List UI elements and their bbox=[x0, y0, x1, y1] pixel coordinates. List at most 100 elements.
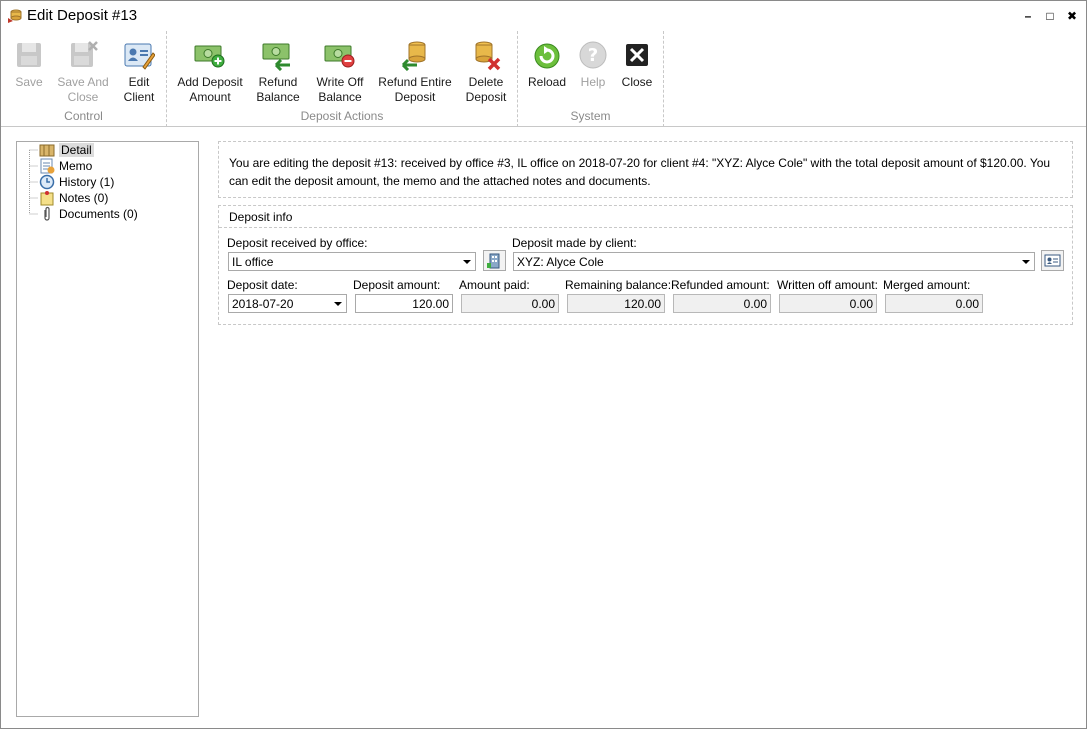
add-money-icon bbox=[194, 45, 225, 68]
deposit-info-section: Deposit info Deposit received by office:… bbox=[218, 205, 1073, 325]
client-value: XYZ: Alyce Cole bbox=[517, 255, 604, 269]
refund-entire-deposit-label-1: Refund Entire bbox=[378, 75, 452, 89]
client-details-button[interactable] bbox=[1041, 250, 1064, 271]
office-label: Deposit received by office: bbox=[227, 236, 368, 250]
office-select[interactable]: IL office bbox=[228, 252, 476, 271]
save-icon bbox=[17, 43, 41, 67]
svg-text:?: ? bbox=[588, 45, 598, 66]
tree-item-documents[interactable]: Documents (0) bbox=[39, 206, 138, 222]
date-label: Deposit date: bbox=[227, 278, 298, 292]
tree-item-notes[interactable]: Notes (0) bbox=[39, 190, 108, 206]
delete-deposit-label-1: Delete bbox=[468, 75, 504, 89]
office-details-button[interactable] bbox=[483, 250, 506, 271]
reload-button[interactable]: Reload bbox=[526, 39, 568, 90]
tree-item-notes-label: Notes (0) bbox=[59, 191, 109, 205]
refunded-amount-field: 0.00 bbox=[673, 294, 771, 313]
office-value: IL office bbox=[232, 255, 274, 269]
delete-coins-icon bbox=[475, 41, 501, 71]
info-text: You are editing the deposit #13: receive… bbox=[229, 156, 1051, 188]
refund-balance-button[interactable]: Refund Balance bbox=[253, 39, 303, 105]
amount-paid-value: 0.00 bbox=[531, 297, 555, 311]
save-and-close-button[interactable]: Save And Close bbox=[53, 39, 113, 105]
chevron-down-icon bbox=[334, 302, 342, 306]
tree-item-documents-label: Documents (0) bbox=[59, 207, 138, 221]
contact-card-icon bbox=[1044, 254, 1061, 267]
deposit-amount-input[interactable]: 120.00 bbox=[355, 294, 453, 313]
client-label: Deposit made by client: bbox=[512, 236, 637, 250]
tree-item-memo[interactable]: Memo bbox=[39, 158, 92, 174]
chevron-down-icon bbox=[1022, 260, 1030, 264]
save-label: Save bbox=[15, 75, 43, 89]
minimize-button[interactable]: – bbox=[1019, 7, 1037, 25]
system-group-label: System bbox=[570, 109, 611, 123]
edit-client-button[interactable]: Edit Client bbox=[118, 39, 160, 105]
chevron-down-icon bbox=[463, 260, 471, 264]
section-divider bbox=[219, 227, 1072, 228]
delete-deposit-label-2: Deposit bbox=[465, 90, 507, 104]
close-window-icon: ✖ bbox=[1066, 9, 1078, 23]
save-button[interactable]: Save bbox=[9, 39, 49, 90]
amount-label: Deposit amount: bbox=[353, 278, 441, 292]
help-label: Help bbox=[580, 75, 606, 89]
merged-amount-field: 0.00 bbox=[885, 294, 983, 313]
close-button[interactable]: Close bbox=[618, 39, 656, 90]
detail-icon bbox=[39, 144, 55, 157]
maximize-icon: □ bbox=[1046, 9, 1054, 23]
minimize-icon: – bbox=[1024, 9, 1032, 23]
notes-icon bbox=[40, 191, 54, 206]
help-icon: ? bbox=[579, 41, 607, 69]
remaining-balance-field: 120.00 bbox=[567, 294, 665, 313]
info-panel: You are editing the deposit #13: receive… bbox=[218, 141, 1073, 198]
tree-item-memo-label: Memo bbox=[59, 159, 93, 173]
date-picker[interactable]: 2018-07-20 bbox=[228, 294, 347, 313]
system-group: Reload ? Help Close System bbox=[518, 31, 664, 127]
tree-item-history[interactable]: History (1) bbox=[39, 174, 114, 190]
edit-client-label-2: Client bbox=[123, 90, 155, 104]
write-off-balance-label-2: Balance bbox=[318, 90, 362, 104]
write-off-balance-button[interactable]: Write Off Balance bbox=[311, 39, 369, 105]
close-icon bbox=[626, 44, 648, 66]
tree-item-detail-label: Detail bbox=[59, 143, 94, 157]
deposit-amount-value: 120.00 bbox=[412, 297, 449, 311]
control-group: Save Save And Close Edit Client Control bbox=[1, 31, 167, 127]
refund-money-icon bbox=[262, 43, 290, 71]
merged-amount-value: 0.00 bbox=[955, 297, 979, 311]
building-icon bbox=[487, 253, 500, 269]
reload-label: Reload bbox=[527, 75, 567, 89]
remaining-label: Remaining balance: bbox=[565, 278, 672, 292]
refund-entire-deposit-label-2: Deposit bbox=[394, 90, 436, 104]
help-button[interactable]: ? Help bbox=[576, 39, 610, 90]
close-label: Close bbox=[621, 75, 653, 89]
coins-icon bbox=[8, 9, 22, 23]
edit-client-label-1: Edit bbox=[128, 75, 150, 89]
amount-paid-field: 0.00 bbox=[461, 294, 559, 313]
edit-client-icon bbox=[124, 43, 155, 70]
tree-item-detail[interactable]: Detail bbox=[39, 142, 94, 158]
add-deposit-amount-label-1: Add Deposit bbox=[177, 75, 243, 89]
memo-icon bbox=[40, 158, 55, 174]
delete-deposit-button[interactable]: Delete Deposit bbox=[461, 39, 511, 105]
title-bar: Edit Deposit #13 – □ ✖ bbox=[1, 1, 1086, 31]
remaining-balance-value: 120.00 bbox=[624, 297, 661, 311]
paperclip-icon bbox=[44, 206, 50, 221]
close-window-button[interactable]: ✖ bbox=[1063, 7, 1081, 25]
refund-entire-deposit-button[interactable]: Refund Entire Deposit bbox=[375, 39, 455, 105]
deposit-actions-group-label: Deposit Actions bbox=[300, 109, 384, 123]
save-close-icon bbox=[71, 41, 98, 67]
control-group-label: Control bbox=[64, 109, 103, 123]
ribbon-toolbar: Save Save And Close Edit Client Control … bbox=[1, 31, 1086, 127]
add-deposit-amount-button[interactable]: Add Deposit Amount bbox=[175, 39, 245, 105]
save-and-close-label-2: Close bbox=[67, 90, 99, 104]
write-off-balance-label-1: Write Off bbox=[316, 75, 364, 89]
maximize-button[interactable]: □ bbox=[1041, 7, 1059, 25]
written-off-amount-field: 0.00 bbox=[779, 294, 877, 313]
merged-label: Merged amount: bbox=[883, 278, 971, 292]
refunded-amount-value: 0.00 bbox=[743, 297, 767, 311]
refunded-label: Refunded amount: bbox=[671, 278, 770, 292]
write-off-money-icon bbox=[324, 45, 355, 68]
paid-label: Amount paid: bbox=[459, 278, 530, 292]
refund-coins-icon bbox=[401, 41, 426, 71]
written-off-label: Written off amount: bbox=[777, 278, 878, 292]
deposit-actions-group: Add Deposit Amount Refund Balance Write … bbox=[167, 31, 518, 127]
client-select[interactable]: XYZ: Alyce Cole bbox=[513, 252, 1035, 271]
